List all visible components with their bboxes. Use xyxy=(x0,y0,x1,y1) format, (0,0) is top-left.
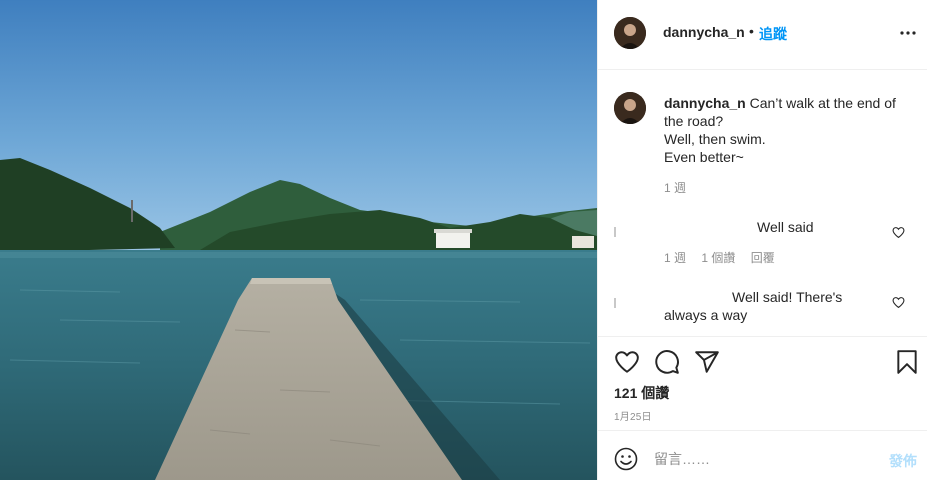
comment-meta: 1 週 1 個讚 回覆 xyxy=(664,249,787,266)
comment-text: Well said xyxy=(757,219,814,235)
post-sidebar: dannycha_n • 追蹤 dannycha_n Can’t walk at… xyxy=(597,0,927,480)
comment-text: Well said! There's always a way xyxy=(664,289,843,323)
caption-line-3: Even better~ xyxy=(664,149,744,165)
bookmark-icon[interactable] xyxy=(894,349,920,375)
avatar[interactable] xyxy=(614,227,616,237)
caption-timestamp[interactable]: 1 週 xyxy=(664,179,686,196)
heart-outline-icon[interactable] xyxy=(892,226,905,239)
caption-username[interactable]: dannycha_n xyxy=(664,95,746,111)
post-date[interactable]: 1月25日 xyxy=(614,408,652,423)
separator-dot: • xyxy=(749,23,754,39)
reply-button[interactable]: 回覆 xyxy=(751,251,775,265)
like-count[interactable]: 121 個讚 xyxy=(614,383,669,403)
post-header: dannycha_n • 追蹤 xyxy=(598,0,927,70)
lake-pier-photo xyxy=(0,0,597,480)
comments-section[interactable]: dannycha_n Can’t walk at the end of the … xyxy=(598,70,927,336)
heart-icon[interactable] xyxy=(614,349,640,375)
comment-likes[interactable]: 1 個讚 xyxy=(701,251,735,265)
comment-icon[interactable] xyxy=(654,349,680,375)
post-comment-button[interactable]: 發佈 xyxy=(889,451,917,471)
caption-line-2: Well, then swim. xyxy=(664,131,766,147)
comment-composer: 發佈 xyxy=(598,430,927,480)
share-icon[interactable] xyxy=(694,349,720,375)
avatar[interactable] xyxy=(614,92,646,124)
header-username[interactable]: dannycha_n xyxy=(663,24,745,40)
follow-button[interactable]: 追蹤 xyxy=(759,24,787,44)
heart-outline-icon[interactable] xyxy=(892,296,905,309)
avatar[interactable] xyxy=(614,298,616,308)
emoji-icon[interactable] xyxy=(614,447,638,471)
action-bar: 121 個讚 1月25日 xyxy=(598,336,927,430)
comment-input[interactable] xyxy=(654,445,874,473)
avatar[interactable] xyxy=(614,17,646,49)
more-horizontal-icon[interactable] xyxy=(899,24,917,42)
post-photo[interactable] xyxy=(0,0,597,480)
caption-text: dannycha_n Can’t walk at the end of the … xyxy=(664,94,914,166)
comment-timestamp[interactable]: 1 週 xyxy=(664,251,686,265)
